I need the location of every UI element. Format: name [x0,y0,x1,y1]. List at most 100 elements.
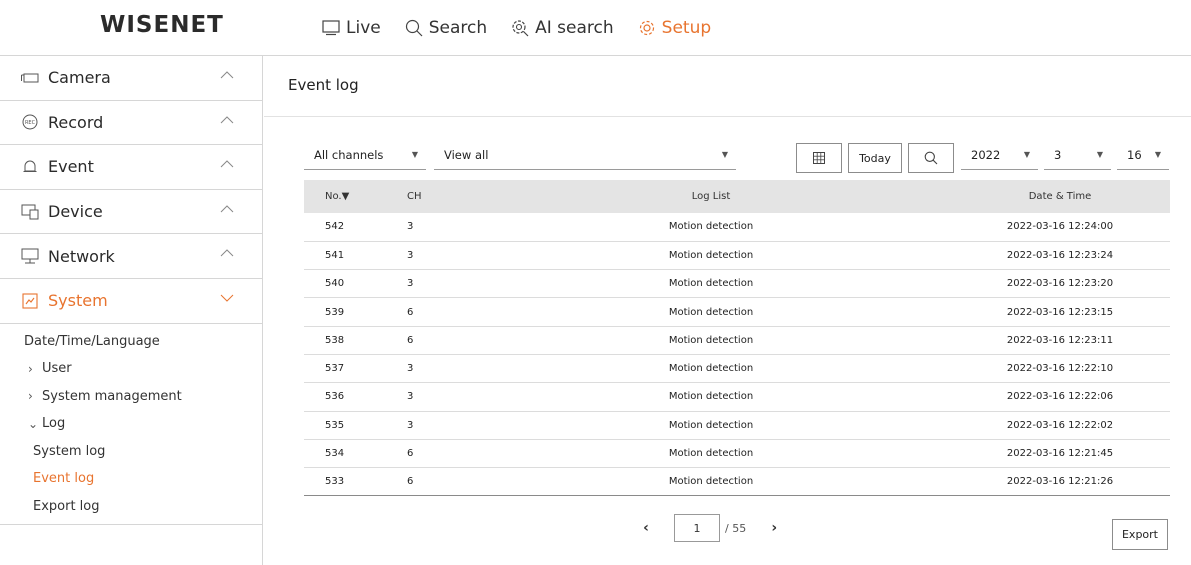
view-select[interactable]: View all ▼ [434,144,736,170]
cell-no: 542 [304,213,392,242]
cell-no: 538 [304,326,392,355]
cell-ch: 3 [392,269,472,299]
nav-search[interactable]: Search [405,18,487,38]
cell-log-list: Motion detection [472,241,950,271]
sidebar-item-record[interactable]: REC Record [0,101,262,146]
chevron-down-icon: ⌄ [28,416,39,431]
cell-no: 534 [304,439,392,469]
monitor-icon [322,20,340,36]
cell-date-time: 2022-03-16 12:22:02 [950,411,1170,440]
submenu-date-time-language[interactable]: Date/Time/Language [0,328,262,356]
cell-log-list: Motion detection [472,297,950,327]
view-select-value: View all [444,147,489,162]
page-number-input[interactable]: 1 [674,514,720,542]
cell-ch: 6 [392,297,472,327]
device-icon [21,203,39,221]
cell-ch: 3 [392,411,472,440]
cell-date-time: 2022-03-16 12:22:10 [950,354,1170,384]
year-select[interactable]: 2022 ▼ [961,144,1038,170]
month-select[interactable]: 3 ▼ [1044,144,1111,170]
nav-setup[interactable]: Setup [638,18,711,38]
submenu-log-label: Log [42,416,66,432]
main-nav: Live Search AI search Setup [322,14,735,42]
nav-ai-search[interactable]: AI search [511,18,614,38]
chevron-up-icon [220,249,234,257]
main-content: Event log All channels ▼ View all ▼ Toda… [264,56,1191,565]
sidebar-item-camera[interactable]: Camera [0,56,262,101]
cell-ch: 6 [392,439,472,469]
sidebar-item-label: Device [48,202,103,222]
bell-icon [21,158,39,176]
submenu-export-log[interactable]: Export log [0,493,262,521]
system-submenu: Date/Time/Language › User › System manag… [0,324,262,526]
table-row[interactable]: 541 3 Motion detection 2022-03-16 12:23:24 [304,241,1170,271]
table-row[interactable]: 542 3 Motion detection 2022-03-16 12:24:00 [304,213,1170,242]
cell-log-list: Motion detection [472,382,950,412]
cell-ch: 6 [392,467,472,497]
search-button[interactable] [908,143,954,173]
dropdown-arrow-icon: ▼ [721,150,728,159]
sidebar-item-label: Camera [48,68,111,88]
sidebar-item-event[interactable]: Event [0,145,262,190]
cell-log-list: Motion detection [472,411,950,440]
cell-ch: 3 [392,241,472,271]
table-row[interactable]: 537 3 Motion detection 2022-03-16 12:22:10 [304,354,1170,384]
cell-date-time: 2022-03-16 12:22:06 [950,382,1170,412]
nav-ai-search-label: AI search [535,18,614,38]
cell-log-list: Motion detection [472,213,950,242]
channel-select-value: All channels [314,147,384,162]
cell-ch: 3 [392,382,472,412]
nav-search-label: Search [428,18,488,38]
prev-page-button[interactable]: ‹ [636,520,656,536]
sidebar-item-network[interactable]: Network [0,234,262,279]
day-select[interactable]: 16 ▼ [1117,144,1169,170]
column-header-date-time: Date & Time [950,180,1170,213]
top-header: WISENET Live Search AI search Setup [0,0,1191,56]
table-row[interactable]: 539 6 Motion detection 2022-03-16 12:23:15 [304,297,1170,327]
cell-log-list: Motion detection [472,269,950,299]
submenu-user-label: User [42,361,72,377]
column-header-no[interactable]: No.▼ [304,180,392,213]
cell-ch: 6 [392,326,472,355]
grid-icon [813,152,825,164]
cell-no: 539 [304,297,392,327]
table-row[interactable]: 534 6 Motion detection 2022-03-16 12:21:45 [304,439,1170,469]
sidebar-item-label: Event [48,157,94,177]
table-row[interactable]: 540 3 Motion detection 2022-03-16 12:23:20 [304,269,1170,299]
year-select-value: 2022 [971,147,1001,162]
grid-view-button[interactable] [796,143,842,173]
nav-live[interactable]: Live [322,18,381,38]
submenu-system-log[interactable]: System log [0,438,262,466]
sidebar-item-label: System [48,291,108,311]
cell-ch: 3 [392,354,472,384]
dropdown-arrow-icon: ▼ [411,150,418,159]
table-body: 542 3 Motion detection 2022-03-16 12:24:00 5… [304,213,1170,497]
table-row[interactable]: 535 3 Motion detection 2022-03-16 12:22:02 [304,411,1170,440]
chevron-down-icon [220,294,234,302]
table-row[interactable]: 533 6 Motion detection 2022-03-16 12:21:26 [304,467,1170,497]
chevron-up-icon [220,205,234,213]
submenu-user[interactable]: › User [0,355,262,383]
submenu-log[interactable]: ⌄ Log [0,410,262,438]
next-page-button[interactable]: › [764,520,784,536]
dropdown-arrow-icon: ▼ [1154,150,1161,159]
submenu-event-log[interactable]: Event log [0,465,262,493]
table-row[interactable]: 538 6 Motion detection 2022-03-16 12:23:11 [304,326,1170,355]
channel-select[interactable]: All channels ▼ [304,144,426,170]
sidebar-item-system[interactable]: System [0,279,262,324]
divider [264,116,1191,117]
today-button[interactable]: Today [848,143,902,173]
wisenet-logo: WISENET [100,12,224,38]
cell-log-list: Motion detection [472,354,950,384]
search-icon [405,19,423,37]
page-title: Event log [288,76,359,94]
table-row[interactable]: 536 3 Motion detection 2022-03-16 12:22:06 [304,382,1170,412]
month-select-value: 3 [1054,147,1062,162]
cell-date-time: 2022-03-16 12:23:15 [950,297,1170,327]
sidebar-item-device[interactable]: Device [0,190,262,235]
cell-date-time: 2022-03-16 12:23:11 [950,326,1170,355]
cell-no: 541 [304,241,392,271]
export-button[interactable]: Export [1112,519,1168,550]
submenu-system-management[interactable]: › System management [0,383,262,411]
system-icon [21,292,39,310]
